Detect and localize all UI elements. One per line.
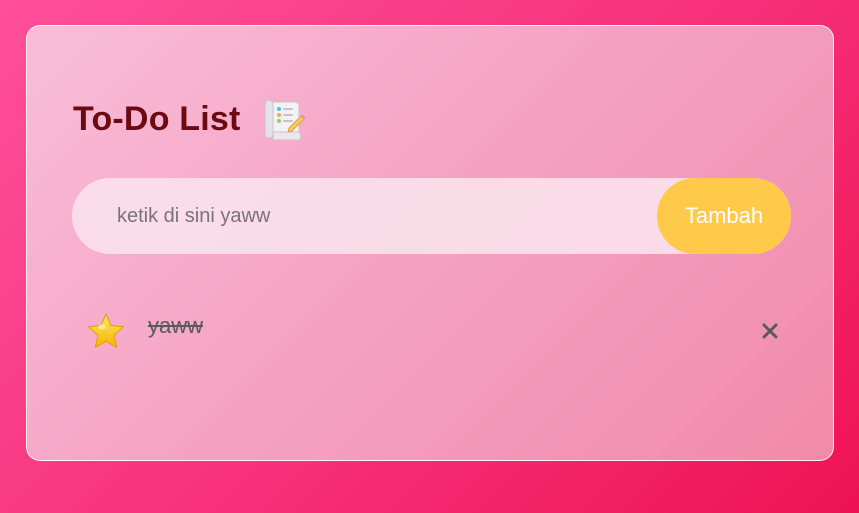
header: To-Do List	[73, 94, 309, 144]
task-text: yaww	[148, 313, 204, 338]
close-icon	[757, 323, 783, 347]
list-item[interactable]: yaww	[83, 306, 783, 356]
task-input[interactable]	[72, 178, 657, 254]
todo-card: To-Do List Tambah	[26, 25, 834, 461]
add-button[interactable]: Tambah	[657, 178, 791, 254]
input-bar: Tambah	[72, 178, 791, 254]
delete-button[interactable]	[757, 318, 783, 344]
scroll-icon	[259, 94, 309, 144]
star-icon[interactable]	[85, 310, 127, 352]
page-title: To-Do List	[73, 99, 241, 138]
task-list: yaww	[83, 306, 783, 356]
